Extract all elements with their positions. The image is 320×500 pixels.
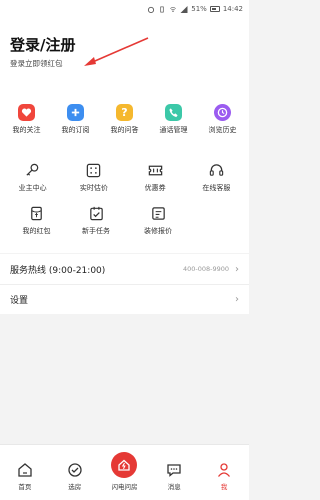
nav-quick-ask[interactable]: 闪电问房	[104, 452, 144, 491]
home-icon	[18, 463, 32, 477]
message-icon	[167, 464, 181, 477]
red-packet-icon	[31, 206, 42, 221]
nav-label: 闪电问房	[111, 483, 138, 491]
coupon-icon	[148, 165, 162, 176]
service-label: 业主中心	[18, 184, 47, 192]
quick-item-label: 通话管理	[159, 126, 188, 134]
quick-item-follow[interactable]: 我的关注	[3, 104, 51, 135]
quick-item-subscribe[interactable]: 我的订阅	[52, 104, 100, 135]
task-icon	[89, 206, 103, 221]
services-row-2: 我的红包 新手任务 装修报价	[0, 205, 249, 236]
quick-item-history[interactable]: 浏览历史	[199, 104, 247, 135]
nav-label: 我	[220, 483, 228, 491]
bottom-nav: 首页 选房 闪电问房 消息 我	[0, 444, 249, 500]
nav-select-house[interactable]: 选房	[55, 462, 95, 491]
phone-icon	[165, 104, 182, 121]
headset-icon	[209, 164, 224, 176]
service-red-packet[interactable]: 我的红包	[9, 205, 64, 236]
service-coupon[interactable]: 优惠券	[131, 162, 179, 193]
service-owner-center[interactable]: 业主中心	[9, 162, 57, 193]
quick-item-label: 我的关注	[12, 126, 41, 134]
service-newbie-tasks[interactable]: 新手任务	[65, 205, 127, 236]
service-label: 优惠券	[144, 184, 166, 192]
hotline-number: 400-008-9900	[182, 265, 229, 273]
quick-item-label: 浏览历史	[208, 126, 237, 134]
nav-home[interactable]: 首页	[5, 462, 45, 491]
service-label: 在线客服	[202, 184, 231, 192]
nav-me[interactable]: 我	[204, 462, 244, 491]
settings-row[interactable]: 设置 ›	[0, 284, 249, 314]
quick-item-qa[interactable]: ? 我的问答	[101, 104, 149, 135]
battery-icon	[209, 6, 220, 12]
hotline-label: 服务热线 (9:00-21:00)	[10, 265, 106, 276]
annotation-arrow-icon	[84, 37, 149, 66]
wifi-icon	[170, 6, 177, 12]
nav-messages[interactable]: 消息	[154, 462, 194, 491]
quick-item-label: 我的问答	[110, 126, 139, 134]
battery-percent: 51%	[191, 5, 207, 13]
quick-actions-row: 我的关注 我的订阅 ? 我的问答 通话管理 浏览历史	[0, 104, 249, 135]
key-icon	[26, 163, 39, 176]
nav-label: 消息	[167, 483, 181, 491]
question-icon: ?	[116, 104, 133, 121]
service-online-support[interactable]: 在线客服	[192, 162, 240, 193]
service-valuation[interactable]: 实时估价	[70, 162, 118, 193]
heart-icon	[18, 104, 35, 121]
quick-item-label: 我的订阅	[61, 126, 90, 134]
services-row-1: 业主中心 实时估价 优惠券 在线客服	[0, 162, 249, 193]
settings-label: 设置	[10, 296, 29, 306]
service-label: 实时估价	[79, 184, 108, 192]
calculator-icon	[87, 163, 101, 178]
login-register-link[interactable]: 登录/注册	[10, 34, 75, 55]
quick-item-calls[interactable]: 通话管理	[150, 104, 198, 135]
hotline-row[interactable]: 服务热线 (9:00-21:00) 400-008-9900 ›	[0, 254, 249, 284]
clock-time: 14:42	[222, 5, 243, 13]
chevron-right-icon: ›	[235, 263, 239, 275]
person-icon	[218, 463, 231, 477]
plus-icon	[67, 104, 84, 121]
vibrate-icon	[160, 6, 164, 12]
nav-label: 首页	[18, 483, 32, 491]
status-bar: 51% 14:42	[0, 0, 249, 18]
service-label: 我的红包	[22, 227, 51, 235]
login-subtitle: 登录立即领红包	[10, 59, 63, 68]
signal-icon	[180, 5, 188, 13]
lightning-house-icon	[111, 452, 138, 478]
clock-icon	[214, 104, 231, 121]
alarm-icon	[148, 6, 155, 13]
quote-icon	[151, 207, 165, 220]
service-renovation-quote[interactable]: 装修报价	[127, 205, 189, 236]
nav-label: 选房	[68, 483, 82, 491]
service-label: 装修报价	[144, 227, 172, 235]
chevron-right-icon: ›	[235, 294, 239, 305]
check-icon	[68, 463, 82, 477]
service-label: 新手任务	[82, 227, 110, 235]
